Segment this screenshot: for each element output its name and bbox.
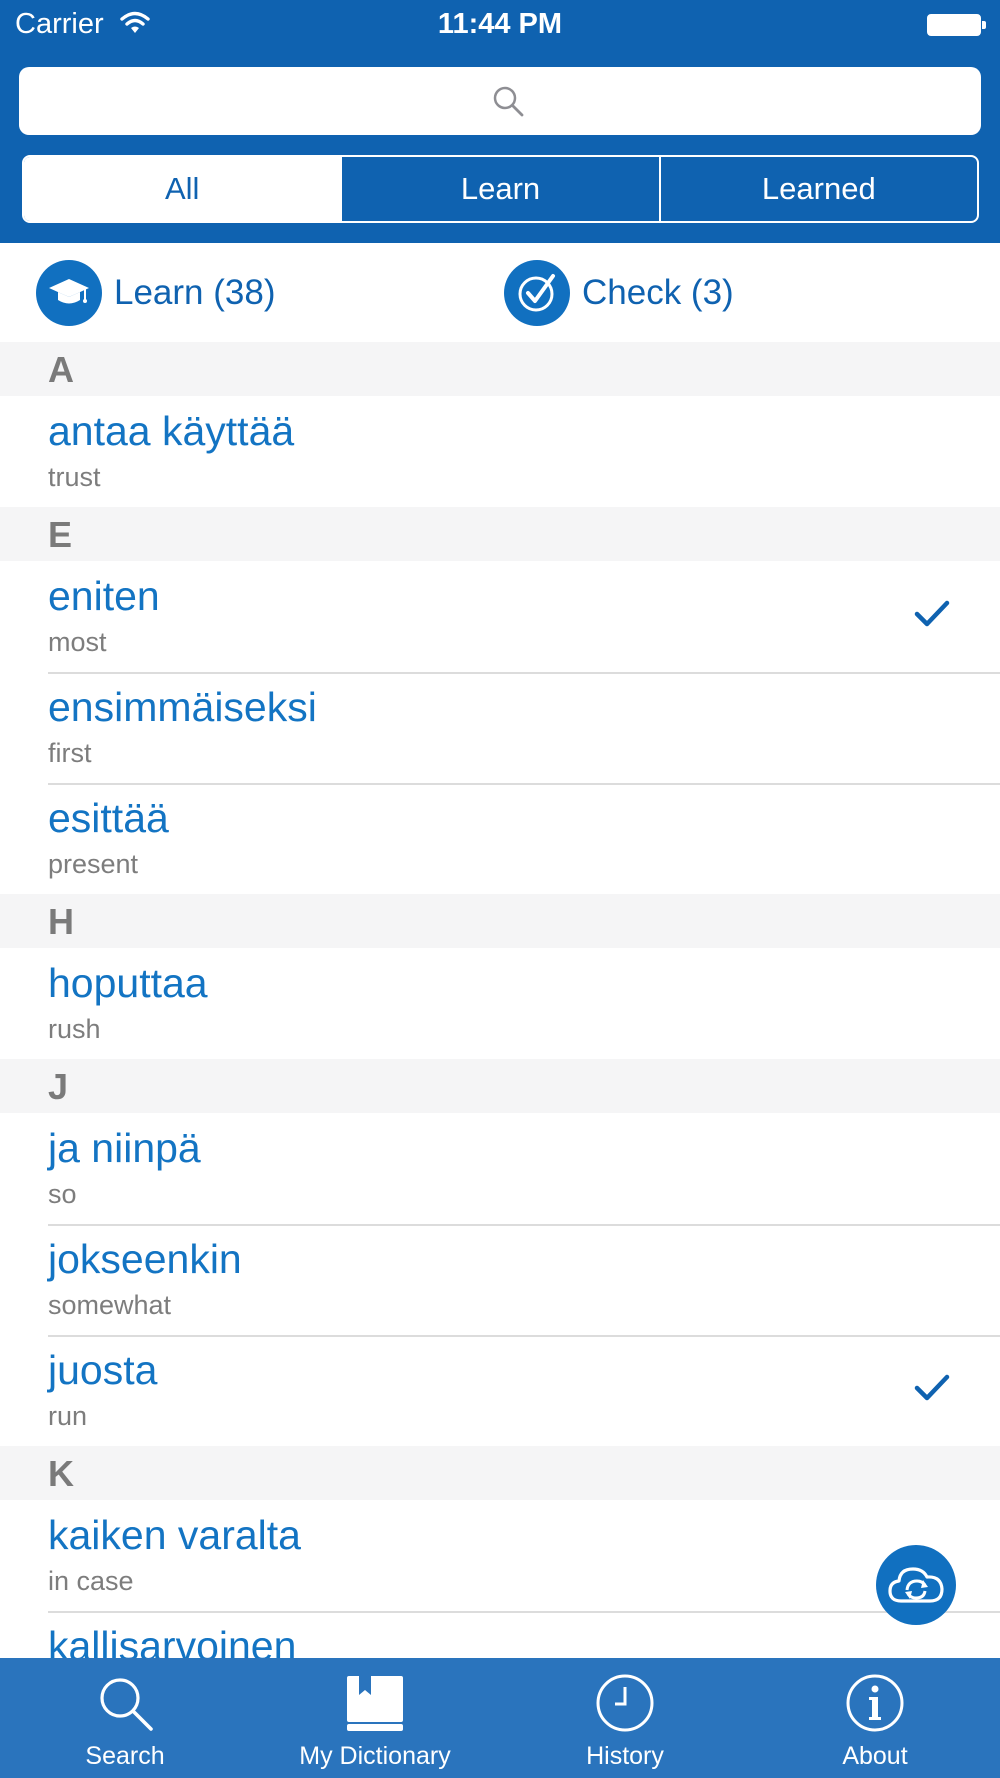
tab-history[interactable]: History <box>500 1658 750 1778</box>
search-input[interactable] <box>19 67 985 137</box>
learn-label: Learn (38) <box>114 273 276 312</box>
word-translation: run <box>48 1401 88 1431</box>
row-divider <box>48 1611 1000 1613</box>
section-header-j: J <box>0 1059 1000 1113</box>
list-item[interactable]: kaiken varalta in case <box>0 1500 1000 1611</box>
check-button[interactable]: Check (3) <box>504 260 734 326</box>
word-term: hoputtaa <box>48 960 208 1006</box>
status-time: 11:44 PM <box>437 8 563 40</box>
word-list: A antaa käyttää trust E eniten most ensi… <box>0 342 1000 1658</box>
word-term: eniten <box>48 573 160 619</box>
section-header-a: A <box>0 342 1000 396</box>
search-bar[interactable] <box>19 67 985 137</box>
list-item[interactable]: juosta run <box>0 1335 1000 1446</box>
list-item[interactable]: ja niinpä so <box>0 1113 1000 1224</box>
list-item[interactable]: hoputtaa rush <box>0 948 1000 1059</box>
header: Carrier 11:44 PM All Learn Learned <box>0 0 1000 243</box>
segment-all[interactable]: All <box>24 157 341 221</box>
list-item[interactable]: antaa käyttää trust <box>0 396 1000 507</box>
tab-label: About <box>842 1742 908 1770</box>
cloud-sync-icon <box>888 1567 944 1603</box>
list-item[interactable]: ensimmäiseksi first <box>0 672 1000 783</box>
tab-label: History <box>586 1742 664 1770</box>
word-term: kaiken varalta <box>48 1512 301 1558</box>
word-translation: most <box>48 627 107 657</box>
section-header-k: K <box>0 1446 1000 1500</box>
action-row: Learn (38) Check (3) <box>0 243 1000 342</box>
search-icon <box>100 1678 153 1731</box>
tab-label: Search <box>85 1742 165 1770</box>
row-divider <box>48 1224 1000 1226</box>
tab-bar: Search My Dictionary History About <box>0 1658 1000 1778</box>
battery-icon <box>927 14 986 36</box>
word-translation: rush <box>48 1014 101 1044</box>
segment-learned[interactable]: Learned <box>658 157 977 221</box>
tab-search[interactable]: Search <box>0 1658 250 1778</box>
clock-icon <box>596 1674 654 1732</box>
word-translation: present <box>48 849 139 879</box>
checkmark-icon <box>914 1374 950 1401</box>
word-term: ja niinpä <box>48 1125 201 1171</box>
learn-button[interactable]: Learn (38) <box>36 260 275 326</box>
row-divider <box>48 1335 1000 1337</box>
word-term: jokseenkin <box>48 1236 242 1282</box>
status-bar: Carrier 11:44 PM <box>0 0 1000 50</box>
row-divider <box>48 783 1000 785</box>
section-header-e: E <box>0 507 1000 561</box>
section-header-h: H <box>0 894 1000 948</box>
segment-learn[interactable]: Learn <box>340 157 658 221</box>
tab-label: My Dictionary <box>299 1742 451 1770</box>
word-translation: somewhat <box>48 1290 172 1320</box>
checkmark-icon <box>914 600 950 627</box>
cloud-sync-button[interactable] <box>876 1545 956 1625</box>
list-item[interactable]: esittää present <box>0 783 1000 894</box>
word-term: ensimmäiseksi <box>48 684 317 730</box>
word-term: juosta <box>48 1347 158 1393</box>
list-item[interactable]: jokseenkin somewhat <box>0 1224 1000 1335</box>
tab-about[interactable]: About <box>750 1658 1000 1778</box>
word-term: esittää <box>48 795 169 841</box>
list-item[interactable]: kallisarvoinen <box>0 1611 1000 1658</box>
word-translation: so <box>48 1179 77 1209</box>
filter-segmented-control: All Learn Learned <box>22 155 979 223</box>
word-translation: in case <box>48 1566 134 1596</box>
word-term: antaa käyttää <box>48 408 295 454</box>
word-term: kallisarvoinen <box>48 1623 297 1658</box>
tab-my-dictionary[interactable]: My Dictionary <box>250 1658 500 1778</box>
graduation-cap-icon <box>36 260 102 326</box>
list-item[interactable]: eniten most <box>0 561 1000 672</box>
check-label: Check (3) <box>582 273 734 312</box>
word-translation: trust <box>48 462 101 492</box>
info-icon <box>846 1674 904 1732</box>
book-icon <box>347 1676 403 1731</box>
word-translation: first <box>48 738 92 768</box>
row-divider <box>48 672 1000 674</box>
check-circle-icon <box>504 260 570 326</box>
